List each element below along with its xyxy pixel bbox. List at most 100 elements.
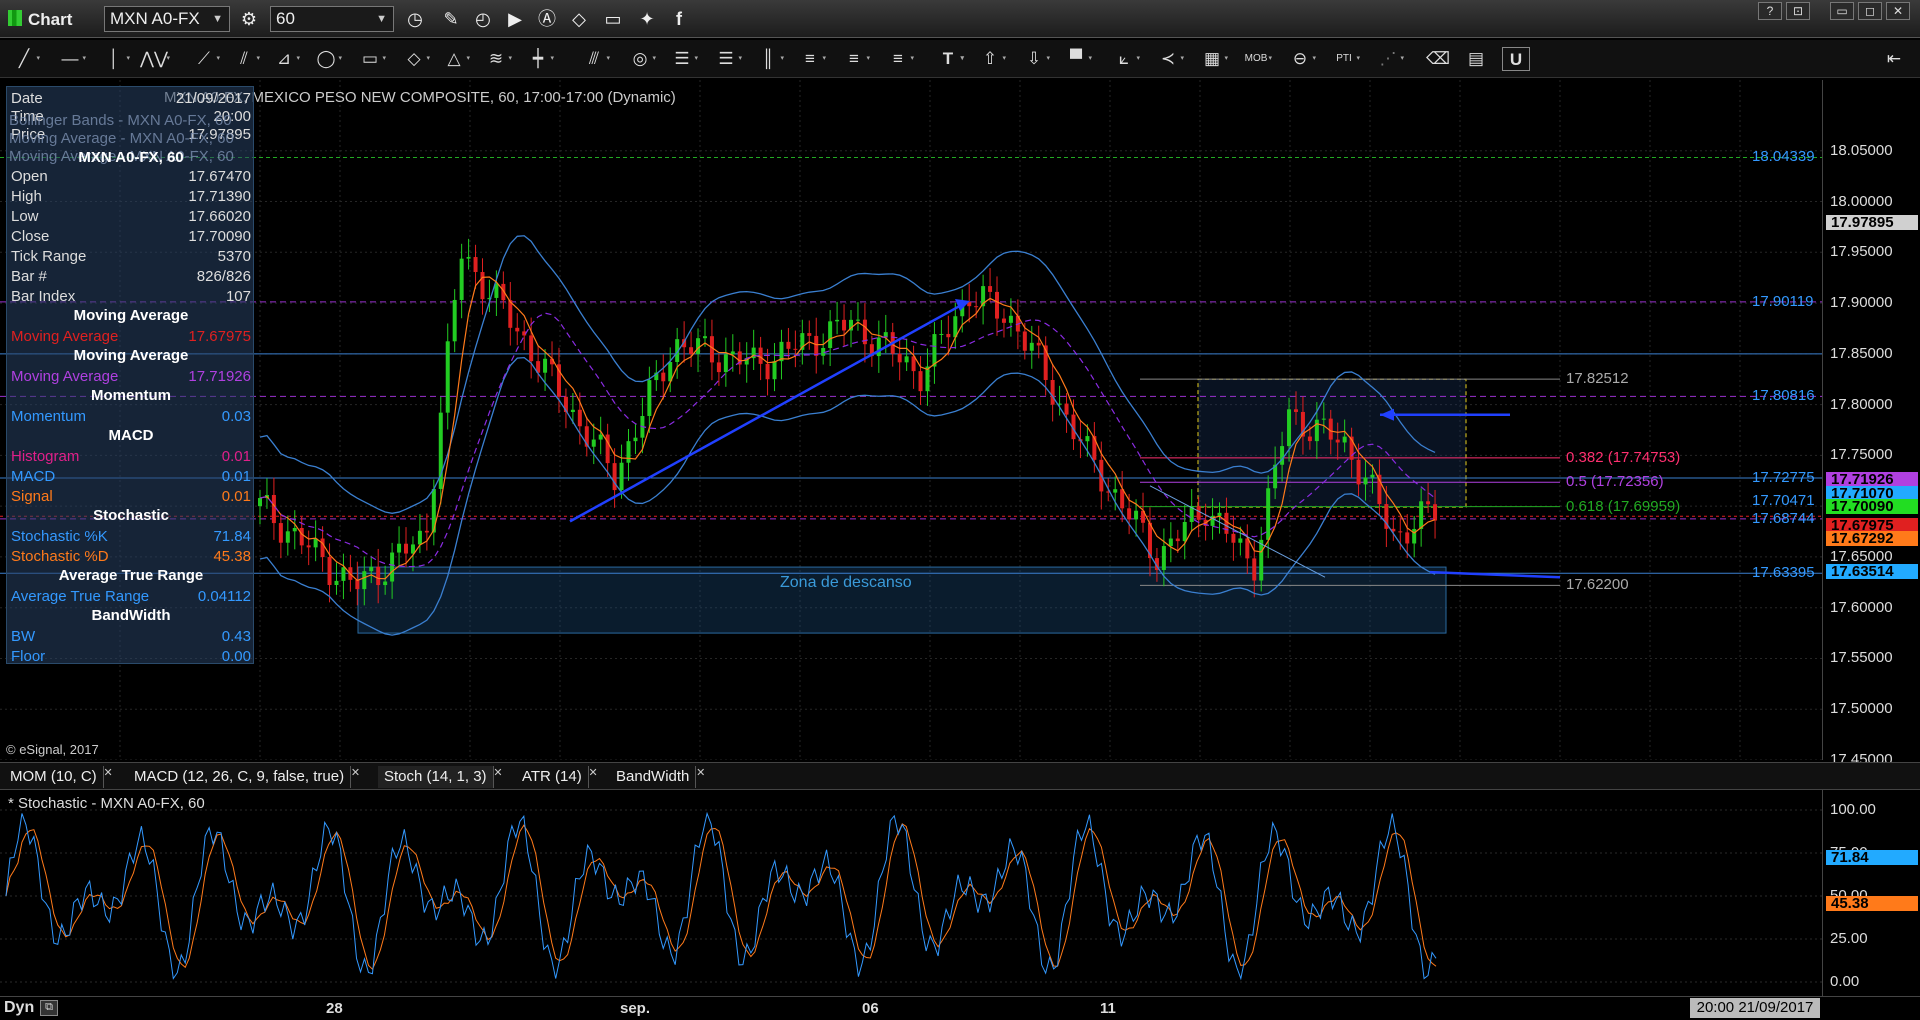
regression-tool-icon[interactable]: ⟀ ▾ — [1110, 47, 1140, 71]
tj-tool-icon[interactable]: ⊖ ▾ — [1286, 47, 1316, 71]
data-window-row: Date 21/09/2017 — [9, 89, 253, 109]
minimize-button[interactable]: ▭ — [1830, 2, 1854, 20]
app-title: Chart — [28, 10, 73, 29]
fib-extension-tool-icon[interactable]: ☰ ▾ — [712, 47, 742, 71]
help-button[interactable]: ? — [1758, 2, 1782, 20]
magnet-tool-icon[interactable]: U — [1502, 47, 1530, 71]
triangle-tool-icon[interactable]: △ ▾ — [440, 47, 470, 71]
parallel-tool-icon[interactable]: ⫻ ▾ — [580, 47, 610, 71]
zigzag-tool-icon[interactable]: ⋀⋁ ▾ — [140, 47, 170, 71]
fib-fan-tool-icon[interactable]: ≡ ▾ — [796, 47, 826, 71]
candle-body — [897, 353, 902, 363]
candle-body — [1280, 446, 1285, 465]
fib-ratio-label: 0.382 (17.74753) — [1566, 448, 1681, 466]
candle-body — [1419, 501, 1424, 529]
settings-gear-icon[interactable]: ⚙ — [236, 6, 262, 32]
gann-tool-icon[interactable]: ⊿ ▾ — [270, 47, 300, 71]
close-icon[interactable]: ✕ — [351, 762, 360, 784]
time-mode-icon[interactable]: ⧉ — [40, 1000, 58, 1016]
clock-icon[interactable]: ◷ — [402, 6, 428, 32]
copyright-text: © eSignal, 2017 — [6, 742, 99, 757]
candle-body — [1029, 342, 1034, 351]
close-icon[interactable]: ✕ — [589, 762, 598, 784]
chart-line-icon[interactable]: ◴ — [470, 6, 496, 32]
grid-tool-icon[interactable]: ▦ ▾ — [1198, 47, 1228, 71]
row-value: 17.67975 — [188, 328, 251, 345]
pitchfork-tool-icon[interactable]: ⟋ ▾ — [190, 47, 220, 71]
horizontal-line-tool-icon[interactable]: — ▾ — [56, 47, 87, 71]
row-value: 0.03 — [221, 408, 251, 425]
vertical-line-tool-icon[interactable]: │ ▾ — [100, 47, 130, 71]
arrow-down-tool-icon[interactable]: ⇩ ▾ — [1020, 47, 1050, 71]
candle-body — [278, 523, 283, 543]
eraser-icon[interactable]: ◇ — [566, 6, 592, 32]
close-icon[interactable]: ✕ — [696, 762, 705, 784]
row-value: 0.43 — [221, 628, 251, 645]
text-tool-icon[interactable]: T ▾ — [934, 47, 964, 71]
candle-body — [807, 333, 812, 336]
time-axis[interactable] — [0, 996, 1920, 1020]
candle-body — [1231, 533, 1236, 543]
fib-arc-tool-icon[interactable]: ≡ ▾ — [840, 47, 870, 71]
polygon-tool-icon[interactable]: ◇ ▾ — [400, 47, 430, 71]
comment-tool-icon[interactable]: ▤ — [1462, 47, 1490, 71]
candle-body — [466, 257, 471, 259]
pti-tool-icon[interactable]: PTI ▾ — [1330, 47, 1360, 71]
candle-body — [417, 530, 422, 545]
candle-body — [1398, 531, 1403, 533]
close-icon[interactable]: ✕ — [103, 762, 112, 784]
stochastic-pane[interactable] — [0, 790, 1920, 996]
price-tick: 17.90000 — [1830, 294, 1893, 312]
candle-body — [1001, 318, 1006, 323]
row-value: 5370 — [217, 248, 251, 265]
eraser-tool-icon[interactable]: ⌫ — [1424, 47, 1452, 71]
time-mode-label[interactable]: Dyn — [4, 999, 34, 1017]
candle-body — [1092, 436, 1097, 460]
pencil-icon[interactable]: ✎ — [438, 6, 464, 32]
link-button[interactable]: ⊡ — [1786, 2, 1810, 20]
fib-channel-tool-icon[interactable]: ≡ ▾ — [884, 47, 914, 71]
tab-bandwidth[interactable]: BandWidth ✕ — [610, 766, 705, 788]
fib-ratio-label: 0.618 (17.69959) — [1566, 497, 1681, 515]
band-tool-icon[interactable]: ▀ ▾ — [1062, 47, 1092, 71]
arrow-up-tool-icon[interactable]: ⇧ ▾ — [976, 47, 1006, 71]
close-button[interactable]: ✕ — [1886, 2, 1910, 20]
stoch-tick: 100.00 — [1830, 801, 1876, 818]
close-icon[interactable]: ✕ — [493, 762, 502, 784]
row-key: Signal — [11, 488, 53, 505]
candle-body — [793, 348, 798, 350]
interval-combo[interactable]: 60 ▼ — [270, 6, 394, 32]
channel-tool-icon[interactable]: ≋ ▾ — [482, 47, 512, 71]
tab-macd[interactable]: MACD (12, 26, C, 9, false, true) ✕ — [128, 766, 360, 788]
fan-tool-icon[interactable]: ⫽ ▾ — [230, 47, 260, 71]
rectangle-tool-icon[interactable]: ▭ ▾ — [356, 47, 386, 71]
tab-atr[interactable]: ATR (14) ✕ — [516, 766, 598, 788]
tab-stoch[interactable]: Stoch (14, 1, 3) ✕ — [378, 766, 503, 788]
fib-time-tool-icon[interactable]: ║ ▾ — [754, 47, 784, 71]
stoch-tag: 71.84 — [1826, 850, 1918, 866]
chevron-down-icon: ▼ — [376, 13, 387, 25]
candle-body — [1266, 488, 1271, 540]
mob-tool-icon[interactable]: MOB ▾ — [1242, 47, 1272, 71]
facebook-icon[interactable]: f — [666, 6, 692, 32]
trendline-tool-icon[interactable]: ╱ ▾ — [10, 47, 40, 71]
collapse-toolbar-icon[interactable]: ⇤ — [1880, 47, 1908, 71]
waves-tool-icon[interactable]: ⋰ ▾ — [1374, 47, 1405, 71]
comment-icon[interactable]: ▭ — [600, 6, 626, 32]
circles-tool-icon[interactable]: ◎ ▾ — [626, 47, 656, 71]
candle-body — [1328, 418, 1333, 440]
fib-retracement-tool-icon[interactable]: ☰ ▾ — [668, 47, 698, 71]
data-window-row: Open 17.67470 — [9, 167, 253, 187]
symbol-combo[interactable]: MXN A0-FX ▼ — [104, 6, 230, 32]
andrews-tool-icon[interactable]: ≺ ▾ — [1154, 47, 1184, 71]
candle-body — [452, 299, 457, 342]
price-chart-pane[interactable] — [0, 80, 1920, 760]
twitter-icon[interactable]: ✦ — [634, 6, 660, 32]
maximize-button[interactable]: ◻ — [1858, 2, 1882, 20]
ellipse-tool-icon[interactable]: ◯ ▾ — [312, 47, 342, 71]
data-window-section-title: MXN A0-FX, 60 — [78, 149, 184, 166]
alert-icon[interactable]: Ⓐ — [534, 6, 560, 32]
play-icon[interactable]: ▶ — [502, 6, 528, 32]
tab-mom[interactable]: MOM (10, C) ✕ — [4, 766, 113, 788]
cycle-tool-icon[interactable]: ┿ ▾ — [524, 47, 554, 71]
